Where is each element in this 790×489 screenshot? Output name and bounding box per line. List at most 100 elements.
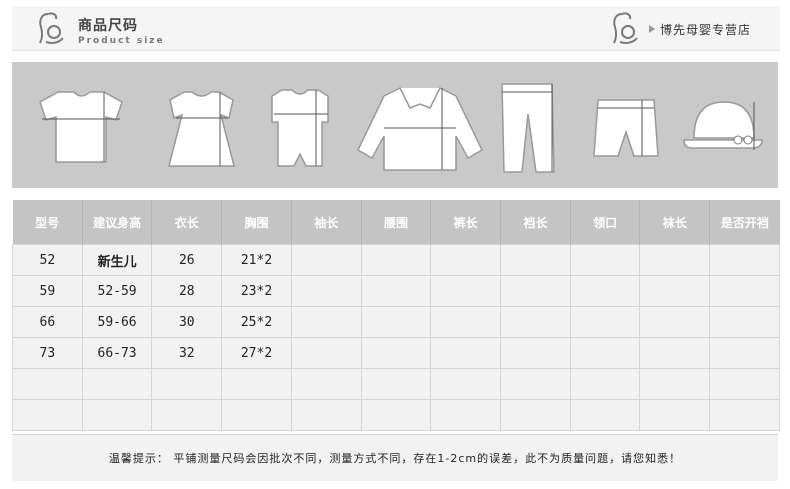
- table-cell: [569, 244, 641, 276]
- table-cell: 32: [151, 337, 223, 369]
- table-row: 73 66-73 32 27*2: [12, 337, 780, 369]
- page-subtitle: Product size: [78, 36, 165, 46]
- column-header: 胸围: [221, 200, 292, 245]
- table-cell: [709, 306, 780, 338]
- table-cell: [151, 399, 223, 431]
- romper-icon: [271, 89, 329, 167]
- table-cell: [290, 306, 362, 338]
- table-cell: [12, 368, 83, 400]
- table-cell: [569, 337, 641, 369]
- table-cell: [639, 368, 711, 400]
- table-cell: [151, 368, 223, 400]
- column-header: 裤长: [430, 200, 501, 245]
- column-header: 型号: [12, 200, 83, 245]
- table-cell: [709, 337, 780, 369]
- table-cell: [709, 399, 780, 431]
- table-cell: [360, 337, 432, 369]
- tshirt-icon: [39, 91, 123, 163]
- table-cell: [500, 368, 571, 400]
- table-cell: [81, 399, 153, 431]
- table-cell: [430, 337, 502, 369]
- table-cell: [290, 275, 362, 307]
- table-cell: [500, 337, 571, 369]
- table-cell: [290, 337, 362, 369]
- table-cell: 59: [12, 275, 83, 307]
- table-cell: 52: [12, 244, 83, 276]
- table-cell: 21*2: [221, 244, 292, 276]
- table-cell: [360, 306, 432, 338]
- table-cell: 28: [151, 275, 223, 307]
- table-cell: [81, 368, 153, 400]
- table-cell: [221, 368, 292, 400]
- table-cell: [360, 368, 432, 400]
- table-header-row: 型号 建议身高 衣长 胸围 袖长 腰围 裤长 裆长 领口 袜长 是否开裆: [12, 200, 780, 245]
- column-header: 建议身高: [81, 200, 152, 245]
- column-header: 腰围: [360, 200, 431, 245]
- page-title: 商品尺码: [78, 18, 138, 34]
- size-table: 型号 建议身高 衣长 胸围 袖长 腰围 裤长 裆长 领口 袜长 是否开裆 52 新生儿 26 21*2 59…: [12, 200, 780, 431]
- table-cell: [569, 275, 641, 307]
- arrow-right-icon: [649, 25, 655, 33]
- table-cell: 23*2: [221, 275, 292, 307]
- column-header: 是否开裆: [709, 200, 780, 245]
- table-cell: [709, 244, 780, 276]
- table-cell: [290, 368, 362, 400]
- table-cell: [430, 306, 502, 338]
- table-cell: 52-59: [81, 275, 153, 307]
- dress-icon: [168, 91, 235, 167]
- column-header: 袜长: [639, 200, 710, 245]
- table-row: 59 52-59 28 23*2: [12, 275, 780, 307]
- table-cell: [500, 275, 571, 307]
- table-cell: [569, 368, 641, 400]
- table-cell: 30: [151, 306, 223, 338]
- table-cell: [569, 399, 641, 431]
- table-cell: [500, 399, 571, 431]
- table-cell: [290, 244, 362, 276]
- table-cell: [500, 244, 571, 276]
- table-cell: [12, 399, 83, 431]
- jacket-icon: [357, 87, 483, 171]
- table-row: 52 新生儿 26 21*2: [12, 244, 780, 276]
- table-cell: [360, 399, 432, 431]
- column-header: 袖长: [290, 200, 362, 245]
- pants-icon: [501, 83, 555, 173]
- footer-note: 温馨提示： 平铺测量尺码会因批次不同，测量方式不同，存在1-2cm的误差，此不为…: [12, 434, 778, 481]
- table-cell: [500, 306, 571, 338]
- table-cell: [639, 399, 711, 431]
- table-row: 66 59-66 30 25*2: [12, 306, 780, 338]
- table-cell: [639, 337, 711, 369]
- header-bar: 商品尺码 Product size 博先母婴专营店: [12, 6, 780, 51]
- table-cell: 73: [12, 337, 83, 369]
- garment-icons-band: [12, 62, 778, 188]
- table-cell: [360, 244, 432, 276]
- table-cell: 66-73: [81, 337, 153, 369]
- table-cell: 59-66: [81, 306, 153, 338]
- table-cell: [639, 275, 711, 307]
- column-header: 衣长: [151, 200, 222, 245]
- table-row: [12, 399, 780, 431]
- table-cell: [569, 306, 641, 338]
- store-name-link[interactable]: 博先母婴专营店: [660, 21, 751, 38]
- table-cell: 26: [151, 244, 223, 276]
- table-cell: 66: [12, 306, 83, 338]
- table-cell: [639, 306, 711, 338]
- table-cell: [709, 275, 780, 307]
- table-cell: [430, 275, 502, 307]
- mother-baby-logo-icon: [39, 12, 64, 44]
- table-cell: [221, 399, 292, 431]
- store-logo-icon: [613, 12, 638, 44]
- table-cell: 25*2: [221, 306, 292, 338]
- table-row: [12, 368, 780, 400]
- table-cell: [709, 368, 780, 400]
- table-cell: 新生儿: [81, 244, 153, 276]
- table-cell: [430, 399, 502, 431]
- table-cell: [360, 275, 432, 307]
- hat-icon: [683, 101, 763, 150]
- table-cell: 27*2: [221, 337, 292, 369]
- table-cell: [430, 368, 502, 400]
- column-header: 裆长: [500, 200, 571, 245]
- table-cell: [430, 244, 502, 276]
- column-header: 领口: [569, 200, 640, 245]
- table-cell: [290, 399, 362, 431]
- table-cell: [639, 244, 711, 276]
